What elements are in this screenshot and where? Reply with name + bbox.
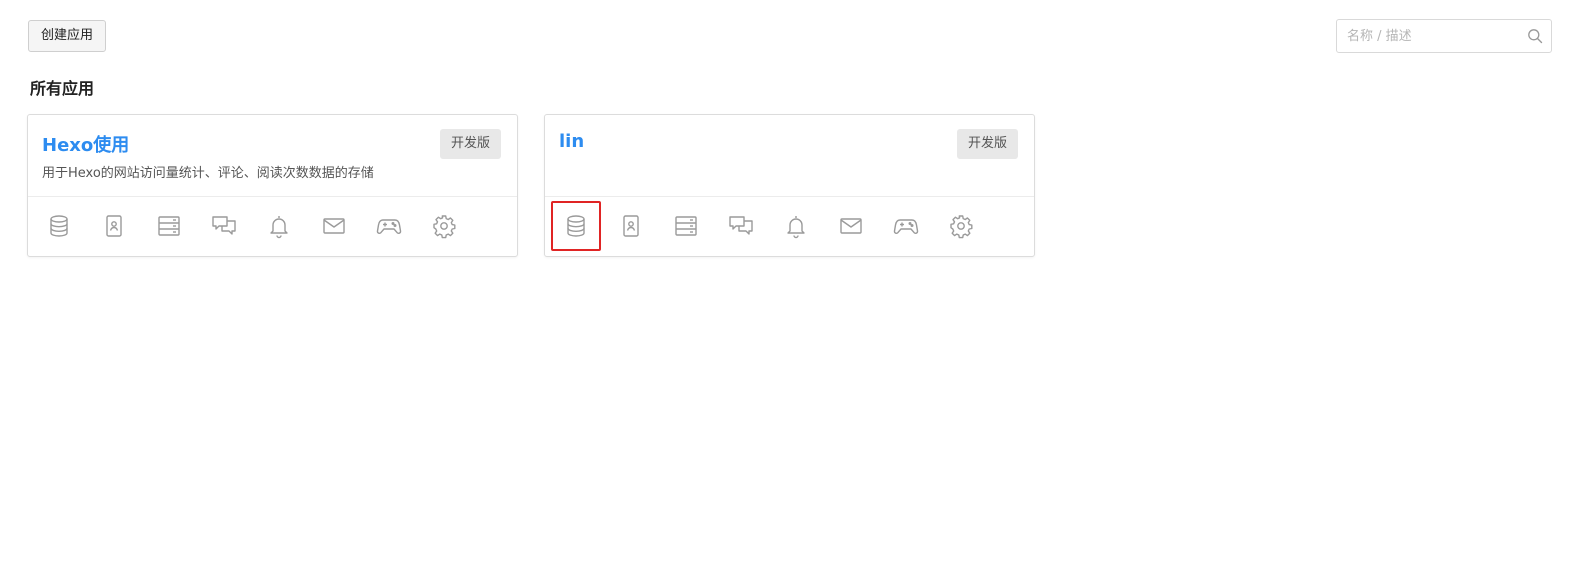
database-icon[interactable] [551,201,601,251]
mail-icon[interactable] [826,201,876,251]
app-title-link[interactable]: Hexo使用 [42,131,129,157]
gear-icon[interactable] [419,201,469,251]
server-icon[interactable] [661,201,711,251]
chat-icon[interactable] [716,201,766,251]
search-input[interactable] [1337,20,1537,52]
app-card: lin 开发版 [544,114,1035,257]
app-card: Hexo使用 用于Hexo的网站访问量统计、评论、阅读次数数据的存储 开发版 [27,114,518,257]
version-badge: 开发版 [956,129,1018,159]
search-icon[interactable] [1527,28,1543,44]
app-title-link[interactable]: lin [559,131,584,152]
gamepad-icon[interactable] [364,201,414,251]
user-card-icon[interactable] [89,201,139,251]
search-box [1336,19,1552,53]
bell-icon[interactable] [254,201,304,251]
chat-icon[interactable] [199,201,249,251]
user-card-icon[interactable] [606,201,656,251]
gamepad-icon[interactable] [881,201,931,251]
server-icon[interactable] [144,201,194,251]
mail-icon[interactable] [309,201,359,251]
bell-icon[interactable] [771,201,821,251]
section-title: 所有应用 [30,79,95,98]
create-app-button[interactable]: 创建应用 [28,20,107,52]
gear-icon[interactable] [936,201,986,251]
top-bar: 创建应用 [0,0,1573,70]
version-badge: 开发版 [439,129,501,159]
app-card-header: lin 开发版 [545,115,1034,197]
app-description: 用于Hexo的网站访问量统计、评论、阅读次数数据的存储 [42,166,374,181]
app-card-header: Hexo使用 用于Hexo的网站访问量统计、评论、阅读次数数据的存储 开发版 [28,115,517,197]
database-icon[interactable] [34,201,84,251]
